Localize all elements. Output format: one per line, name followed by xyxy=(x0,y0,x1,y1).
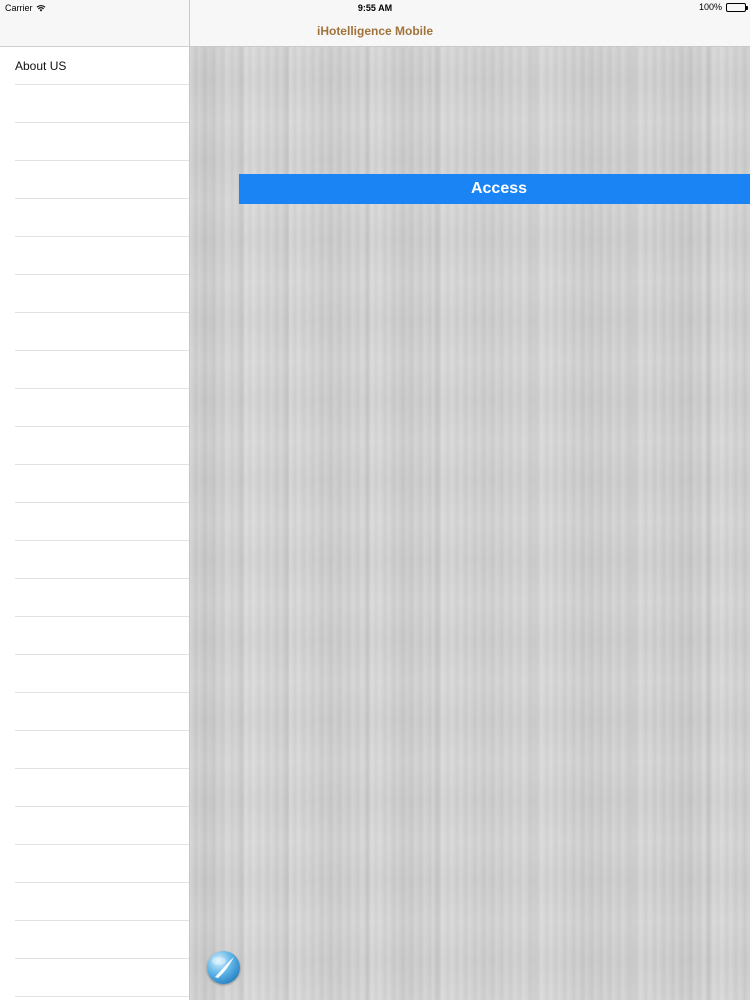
sidebar-item[interactable] xyxy=(15,921,189,959)
sidebar: About US xyxy=(0,0,190,1000)
battery-icon xyxy=(726,2,748,12)
sidebar-item[interactable] xyxy=(15,427,189,465)
page-title: iHotelligence Mobile xyxy=(316,24,433,38)
sidebar-item[interactable] xyxy=(15,465,189,503)
sidebar-item[interactable] xyxy=(15,237,189,275)
sidebar-item[interactable] xyxy=(15,389,189,427)
sidebar-item[interactable] xyxy=(15,123,189,161)
battery-status: 100% xyxy=(698,2,748,12)
sidebar-item-about-us[interactable]: About US xyxy=(15,47,189,85)
sidebar-item[interactable] xyxy=(15,503,189,541)
battery-percent: 100% xyxy=(698,2,722,12)
sidebar-item[interactable] xyxy=(15,199,189,237)
sidebar-item[interactable] xyxy=(15,275,189,313)
sidebar-item[interactable] xyxy=(15,541,189,579)
sidebar-item[interactable] xyxy=(15,845,189,883)
sidebar-item[interactable] xyxy=(15,313,189,351)
logo-icon[interactable] xyxy=(207,951,240,984)
access-button[interactable]: Access xyxy=(239,174,750,204)
sidebar-item[interactable] xyxy=(15,579,189,617)
sidebar-item[interactable] xyxy=(15,693,189,731)
sidebar-menu: About US xyxy=(0,47,189,997)
sidebar-item[interactable] xyxy=(15,655,189,693)
sidebar-item[interactable] xyxy=(15,731,189,769)
status-bar: Carrier 9:55 AM 100% xyxy=(0,0,750,16)
sidebar-item[interactable] xyxy=(15,883,189,921)
status-time: 9:55 AM xyxy=(357,3,393,13)
sidebar-item[interactable] xyxy=(15,617,189,655)
sidebar-item[interactable] xyxy=(15,807,189,845)
sidebar-item[interactable] xyxy=(15,769,189,807)
main-content: iHotelligence Mobile Access xyxy=(190,0,750,1000)
sidebar-item[interactable] xyxy=(15,959,189,997)
sidebar-item[interactable] xyxy=(15,85,189,123)
sidebar-item[interactable] xyxy=(15,161,189,199)
sidebar-item[interactable] xyxy=(15,351,189,389)
